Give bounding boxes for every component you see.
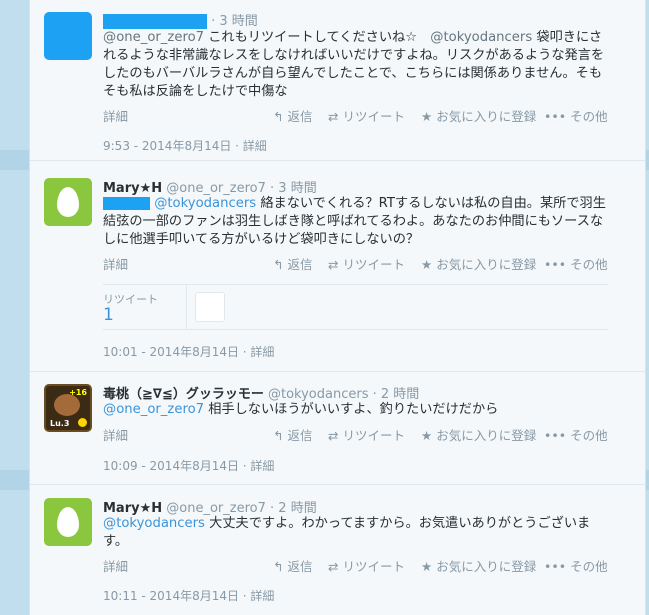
- reply-button[interactable]: ↰ 返信: [273, 106, 313, 125]
- tweet-text: @tokyodancers 大丈夫ですよ。わかってますから。お気遣いありがとうご…: [103, 516, 591, 549]
- user-name[interactable]: Mary★H: [103, 181, 162, 196]
- tweet[interactable]: Mary★H @one_or_zero7 · 2 時間 @tokyodancer…: [30, 490, 645, 615]
- star-icon: ★: [421, 428, 433, 443]
- more-button[interactable]: ••• その他: [544, 425, 608, 444]
- favorite-button[interactable]: ★ お気に入りに登録: [421, 425, 536, 444]
- egg-icon: [57, 507, 79, 537]
- stats-divider: [186, 285, 187, 329]
- more-button[interactable]: ••• その他: [544, 556, 608, 575]
- more-icon: •••: [544, 428, 567, 443]
- detail-link[interactable]: 詳細: [103, 556, 128, 575]
- retweet-icon: ⇄: [328, 257, 339, 272]
- tweet-timestamp[interactable]: 9:53 - 2014年8月14日 · 詳細: [103, 137, 267, 154]
- detail-link[interactable]: 詳細: [103, 254, 128, 273]
- tweet[interactable]: Mary★H @one_or_zero7 · 3 時間 @tokyodancer…: [30, 170, 645, 372]
- avatar[interactable]: [44, 498, 92, 546]
- retweet-button[interactable]: ⇄ リツイート: [328, 556, 405, 575]
- tweet-timestamp[interactable]: 10:09 - 2014年8月14日 · 詳細: [103, 457, 274, 474]
- retweeter-avatar[interactable]: [195, 292, 225, 322]
- mention-link[interactable]: @one_or_zero7: [103, 30, 204, 45]
- more-icon: •••: [544, 109, 567, 124]
- retweet-count[interactable]: 1: [103, 305, 114, 325]
- retweet-icon: ⇄: [328, 559, 339, 574]
- star-icon: ★: [421, 109, 433, 124]
- user-handle[interactable]: @one_or_zero7: [166, 501, 266, 516]
- star-icon: ★: [421, 559, 433, 574]
- tweet-header: Mary★H @one_or_zero7 · 2 時間: [103, 497, 317, 516]
- tweet-time[interactable]: · 3 時間: [211, 14, 258, 29]
- user-handle[interactable]: @one_or_zero7: [166, 181, 266, 196]
- detail-link[interactable]: 詳細: [103, 425, 128, 444]
- avatar[interactable]: +16 Lu.3: [44, 384, 92, 432]
- more-icon: •••: [544, 257, 567, 272]
- tweet-actions: 詳細 ↰ 返信 ⇄ リツイート ★ お気に入りに登録 ••• その他: [103, 425, 608, 443]
- coin-icon: [78, 418, 87, 427]
- reply-icon: ↰: [273, 559, 284, 574]
- tweet-timestamp[interactable]: 10:01 - 2014年8月14日 · 詳細: [103, 343, 274, 360]
- detail-link[interactable]: 詳細: [103, 106, 128, 125]
- tweet-time[interactable]: · 2 時間: [373, 387, 420, 402]
- avatar[interactable]: [44, 178, 92, 226]
- retweet-button[interactable]: ⇄ リツイート: [328, 254, 405, 273]
- tweet-text: @one_or_zero7 相手しないほうがいいすよ、釣りたいだけだから: [103, 402, 499, 417]
- tweet-stream: · 3 時間 @one_or_zero7 これもリツイートしてくださいね☆ @t…: [29, 0, 646, 615]
- avatar-plus-label: +16: [69, 388, 87, 397]
- tweet[interactable]: +16 Lu.3 毒桃（≧∇≦）グッラッモー @tokyodancers · 2…: [30, 372, 645, 485]
- reply-button[interactable]: ↰ 返信: [273, 556, 313, 575]
- tweet-text: @tokyodancers 絡まないでくれる？RTするしないは私の自由。某所で羽…: [103, 196, 606, 247]
- tweet-time[interactable]: · 3 時間: [270, 181, 317, 196]
- avatar-level-label: Lu.3: [50, 419, 70, 428]
- retweet-icon: ⇄: [328, 428, 339, 443]
- tweet[interactable]: · 3 時間 @one_or_zero7 これもリツイートしてくださいね☆ @t…: [30, 0, 645, 161]
- retweet-icon: ⇄: [328, 109, 339, 124]
- reply-button[interactable]: ↰ 返信: [273, 254, 313, 273]
- redacted-name: [103, 14, 207, 29]
- tweet-actions: 詳細 ↰ 返信 ⇄ リツイート ★ お気に入りに登録 ••• その他: [103, 556, 608, 574]
- favorite-button[interactable]: ★ お気に入りに登録: [421, 106, 536, 125]
- favorite-button[interactable]: ★ お気に入りに登録: [421, 556, 536, 575]
- egg-icon: [57, 187, 79, 217]
- reply-button[interactable]: ↰ 返信: [273, 425, 313, 444]
- tweet-time[interactable]: · 2 時間: [270, 501, 317, 516]
- user-name[interactable]: 毒桃（≧∇≦）グッラッモー: [103, 387, 264, 402]
- reply-icon: ↰: [273, 109, 284, 124]
- tweet-actions: 詳細 ↰ 返信 ⇄ リツイート ★ お気に入りに登録 ••• その他: [103, 106, 608, 124]
- redacted-text: [103, 196, 150, 210]
- tweet-timestamp[interactable]: 10:11 - 2014年8月14日 · 詳細: [103, 587, 274, 604]
- avatar[interactable]: [44, 12, 92, 60]
- more-icon: •••: [544, 559, 567, 574]
- mention-link[interactable]: @tokyodancers: [430, 30, 532, 45]
- mention-link[interactable]: @tokyodancers: [103, 516, 205, 531]
- reply-icon: ↰: [273, 428, 284, 443]
- tweet-header: Mary★H @one_or_zero7 · 3 時間: [103, 177, 317, 196]
- mention-link[interactable]: @tokyodancers: [154, 196, 256, 211]
- more-button[interactable]: ••• その他: [544, 254, 608, 273]
- tweet-header: · 3 時間: [103, 10, 258, 29]
- retweet-button[interactable]: ⇄ リツイート: [328, 106, 405, 125]
- mention-link[interactable]: @one_or_zero7: [103, 402, 204, 417]
- user-handle[interactable]: @tokyodancers: [268, 387, 368, 402]
- star-icon: ★: [421, 257, 433, 272]
- user-name[interactable]: Mary★H: [103, 501, 162, 516]
- favorite-button[interactable]: ★ お気に入りに登録: [421, 254, 536, 273]
- tweet-actions: 詳細 ↰ 返信 ⇄ リツイート ★ お気に入りに登録 ••• その他: [103, 254, 608, 272]
- tweet-stats: リツイート 1: [103, 284, 608, 330]
- tweet-header: 毒桃（≧∇≦）グッラッモー @tokyodancers · 2 時間: [103, 383, 419, 402]
- retweet-button[interactable]: ⇄ リツイート: [328, 425, 405, 444]
- more-button[interactable]: ••• その他: [544, 106, 608, 125]
- tweet-text: @one_or_zero7 これもリツイートしてくださいね☆ @tokyodan…: [103, 30, 605, 99]
- reply-icon: ↰: [273, 257, 284, 272]
- avatar-face: [54, 394, 80, 416]
